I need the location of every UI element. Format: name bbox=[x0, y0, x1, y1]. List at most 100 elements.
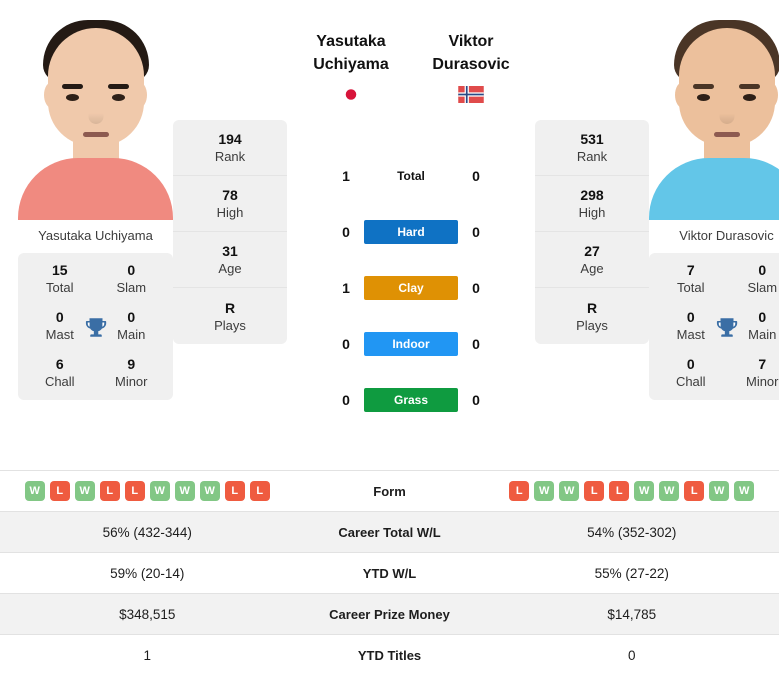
h2h-right-score: 0 bbox=[472, 336, 480, 352]
left-ytd_wl-value: 59% (20-14) bbox=[110, 565, 185, 581]
form-chip-loss[interactable]: L bbox=[49, 481, 70, 501]
right-titles-slam-label: Slam bbox=[747, 280, 778, 295]
right-player-brow-right bbox=[739, 84, 760, 89]
form-chip-win[interactable]: W bbox=[634, 481, 655, 501]
form-chip-loss[interactable]: L bbox=[584, 481, 605, 501]
left-stat-high: 78 High bbox=[173, 176, 287, 232]
h2h-right-score: 0 bbox=[472, 392, 480, 408]
comparison-stats-tbody: W L W L L W W W L L Form L W W L L W W L W W 56% (432-344) Car… bbox=[0, 470, 779, 676]
form-chip-loss[interactable]: L bbox=[99, 481, 120, 501]
right-player-column: Viktor Durasovic 7 Total 0 Slam 0 Mast 0… bbox=[649, 10, 779, 400]
stat-label-career_total_wl: Career Total W/L bbox=[338, 524, 441, 540]
left-player-photo bbox=[18, 10, 173, 220]
left-career_total_wl-value: 56% (432-344) bbox=[102, 524, 192, 540]
left-titles-total-value: 15 bbox=[51, 262, 68, 278]
left-titles-slam: 0 Slam bbox=[96, 261, 168, 296]
right-ytd_wl-value: 55% (27-22) bbox=[594, 565, 669, 581]
surface-badge-indoor[interactable]: Indoor bbox=[364, 332, 458, 356]
right-stat-age-label: Age bbox=[580, 261, 604, 276]
right-player-brow-left bbox=[693, 84, 714, 89]
left-titles-slam-value: 0 bbox=[127, 262, 136, 278]
left-stat-plays: R Plays bbox=[173, 288, 287, 344]
stat-label-career_prize_money: Career Prize Money bbox=[329, 606, 450, 622]
h2h-left-score: 1 bbox=[342, 280, 350, 296]
form-chip-win[interactable]: W bbox=[174, 481, 195, 501]
left-player-eye-left bbox=[66, 94, 79, 101]
right-player-nose bbox=[719, 106, 734, 124]
left-stat-plays-value: R bbox=[224, 299, 236, 316]
left-stat-rank-label: Rank bbox=[214, 149, 246, 164]
left-stat-rank-value: 194 bbox=[218, 131, 242, 147]
h2h-left-score: 0 bbox=[342, 336, 350, 352]
right-titles-minor-label: Minor bbox=[745, 374, 779, 389]
left-titles-slam-label: Slam bbox=[116, 280, 147, 295]
left-player-eye-right bbox=[112, 94, 125, 101]
left-player-brow-left bbox=[62, 84, 83, 89]
head-to-head-rows: 1 Total 0 0 Hard 0 1 Clay 0 0 Indoor 0 0 Grass 0 bbox=[336, 148, 486, 428]
form-chip-loss[interactable]: L bbox=[124, 481, 145, 501]
right-titles-total-value: 7 bbox=[686, 262, 695, 278]
left-titles-chall-value: 6 bbox=[55, 356, 64, 372]
right-stat-plays-label: Plays bbox=[576, 317, 608, 333]
right-player-titles-card: 7 Total 0 Slam 0 Mast 0 Main 0 Chall 7 M… bbox=[649, 253, 779, 400]
table-row: W L W L L W W W L L Form L W W L L W W L W W bbox=[0, 470, 779, 512]
form-chip-win[interactable]: W bbox=[734, 481, 755, 501]
left-player-nose bbox=[88, 106, 103, 124]
form-chip-win[interactable]: W bbox=[659, 481, 680, 501]
surface-badge-clay[interactable]: Clay bbox=[364, 276, 458, 300]
right-titles-minor-value: 7 bbox=[758, 356, 767, 372]
stat-label-ytd_titles: YTD Titles bbox=[357, 647, 422, 663]
table-row: 1 YTD Titles 0 bbox=[0, 634, 779, 676]
player-comparison-header: Yasutaka Uchiyama 15 Total 0 Slam 0 Mast bbox=[0, 0, 779, 470]
right-player-first-name: Viktor bbox=[448, 33, 494, 50]
right-titles-total: 7 Total bbox=[655, 261, 727, 296]
h2h-right-score: 0 bbox=[472, 280, 480, 296]
surface-badge-grass[interactable]: Grass bbox=[364, 388, 458, 412]
left-career_prize_money-value: $348,515 bbox=[119, 606, 176, 622]
form-chip-win[interactable]: W bbox=[534, 481, 555, 501]
left-stat-high-label: High bbox=[216, 205, 244, 220]
form-chip-win[interactable]: W bbox=[709, 481, 730, 501]
player-names-row: Yasutaka Uchiyama Viktor Durasovic bbox=[291, 10, 531, 108]
left-player-mouth bbox=[82, 132, 109, 137]
comparison-stats-table: W L W L L W W W L L Form L W W L L W W L W W 56% (432-344) Car… bbox=[0, 470, 779, 676]
trophy-icon bbox=[716, 317, 737, 337]
left-stat-age-label: Age bbox=[218, 261, 242, 276]
right-player-eye-right bbox=[743, 94, 756, 101]
form-chip-loss[interactable]: L bbox=[224, 481, 245, 501]
right-player-last-name: Durasovic bbox=[432, 56, 510, 73]
h2h-right-score: 0 bbox=[472, 224, 480, 240]
form-chip-win[interactable]: W bbox=[24, 481, 45, 501]
form-chip-win[interactable]: W bbox=[149, 481, 170, 501]
head-to-head-column: Yasutaka Uchiyama Viktor Durasovic 1 Tot… bbox=[287, 10, 535, 428]
form-chip-loss[interactable]: L bbox=[609, 481, 630, 501]
left-player-shirt bbox=[18, 158, 173, 220]
left-stat-age-value: 31 bbox=[222, 243, 238, 259]
left-player-stats-card: 194 Rank 78 High 31 Age R Plays bbox=[173, 120, 287, 344]
left-ytd_titles-value: 1 bbox=[143, 647, 151, 663]
left-titles-chall-label: Chall bbox=[44, 374, 75, 389]
left-form-cell: WLWLLWWWLL bbox=[0, 471, 295, 512]
h2h-row-indoor: 0 Indoor 0 bbox=[336, 316, 486, 372]
left-stat-age: 31 Age bbox=[173, 232, 287, 288]
form-chip-loss[interactable]: L bbox=[249, 481, 270, 501]
table-row: $348,515 Career Prize Money $14,785 bbox=[0, 593, 779, 635]
right-titles-total-label: Total bbox=[677, 280, 705, 295]
right-player-eye-left bbox=[697, 94, 710, 101]
right-player-shirt bbox=[649, 158, 779, 220]
right-stat-high-label: High bbox=[578, 205, 606, 220]
form-chip-win[interactable]: W bbox=[199, 481, 220, 501]
surface-badge-hard[interactable]: Hard bbox=[364, 220, 458, 244]
form-chip-loss[interactable]: L bbox=[684, 481, 705, 501]
left-player-first-name: Yasutaka bbox=[316, 33, 386, 50]
form-chip-loss[interactable]: L bbox=[509, 481, 530, 501]
left-player-last-name: Uchiyama bbox=[313, 56, 389, 73]
form-chip-win[interactable]: W bbox=[74, 481, 95, 501]
left-stat-plays-label: Plays bbox=[214, 317, 246, 333]
right-titles-chall-label: Chall bbox=[675, 374, 706, 389]
japan-flag-icon bbox=[338, 86, 364, 103]
h2h-left-score: 0 bbox=[342, 392, 350, 408]
form-chip-win[interactable]: W bbox=[559, 481, 580, 501]
left-titles-minor-label: Minor bbox=[114, 374, 148, 389]
h2h-row-grass: 0 Grass 0 bbox=[336, 372, 486, 428]
